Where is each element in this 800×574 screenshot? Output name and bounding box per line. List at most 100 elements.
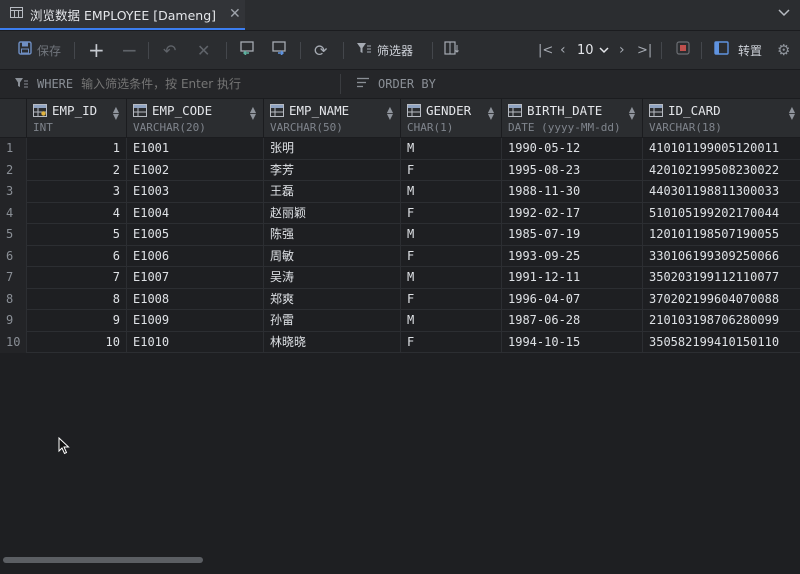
tab-employee-data[interactable]: 浏览数据 EMPLOYEE [Dameng] ✕ <box>0 0 245 30</box>
table-row[interactable]: 4 4 E1004 赵丽颖 F 1992-02-17 510105199202170044 <box>0 202 800 225</box>
cell-birth-date[interactable]: 1991-12-11 <box>502 267 643 289</box>
horizontal-scrollbar[interactable] <box>3 557 203 563</box>
first-page-button[interactable]: |< <box>538 31 553 69</box>
row-number[interactable]: 8 <box>0 288 27 310</box>
cell-birth-date[interactable]: 1992-02-17 <box>502 202 643 224</box>
table-row[interactable]: 7 7 E1007 吴涛 M 1991-12-11 350203199112110077 <box>0 267 800 289</box>
cell-gender[interactable]: F <box>401 245 502 267</box>
column-header-id-card[interactable]: ID_CARD VARCHAR(18) ▲ ▼ <box>643 99 800 138</box>
cell-emp-name[interactable]: 陈强 <box>264 224 401 246</box>
cell-emp-id[interactable]: 9 <box>27 310 127 332</box>
add-row-button[interactable]: + <box>88 31 105 69</box>
cell-birth-date[interactable]: 1996-04-07 <box>502 288 643 310</box>
cell-emp-name[interactable]: 张明 <box>264 138 401 160</box>
save-button[interactable]: 保存 <box>18 31 61 69</box>
undo-button[interactable]: ↶ <box>163 31 176 69</box>
export-button[interactable] <box>272 31 287 69</box>
row-number[interactable]: 5 <box>0 224 27 246</box>
cell-emp-name[interactable]: 吴涛 <box>264 267 401 289</box>
cell-emp-code[interactable]: E1008 <box>127 288 264 310</box>
cell-emp-name[interactable]: 赵丽颖 <box>264 202 401 224</box>
table-row[interactable]: 6 6 E1006 周敏 F 1993-09-25 330106199309250066 <box>0 245 800 268</box>
cell-emp-name[interactable]: 孙雷 <box>264 310 401 332</box>
table-row[interactable]: 10 10 E1010 林晓晓 F 1994-10-15 35058219941015011… <box>0 331 800 353</box>
order-by-filter[interactable]: ORDER BY <box>356 70 436 98</box>
table-row[interactable]: 3 3 E1003 王磊 M 1988-11-30 440301198811300033 <box>0 181 800 203</box>
cell-gender[interactable]: M <box>401 181 502 203</box>
last-page-button[interactable]: >| <box>637 31 652 69</box>
row-number[interactable]: 2 <box>0 159 27 181</box>
cell-emp-code[interactable]: E1001 <box>127 138 264 160</box>
cell-id-card[interactable]: 440301198811300033 <box>643 181 800 203</box>
cell-id-card[interactable]: 120101198507190055 <box>643 224 800 246</box>
filter-button[interactable]: 筛选器 <box>356 31 413 69</box>
column-header-emp-code[interactable]: EMP_CODE VARCHAR(20) ▲ ▼ <box>127 99 264 138</box>
close-icon[interactable]: ✕ <box>229 6 241 22</box>
cell-emp-name[interactable]: 李芳 <box>264 159 401 181</box>
sort-arrows-icon[interactable]: ▲ ▼ <box>629 106 635 121</box>
cell-id-card[interactable]: 370202199604070088 <box>643 289 800 311</box>
sort-arrows-icon[interactable]: ▲ ▼ <box>789 106 795 121</box>
sort-arrows-icon[interactable]: ▲ ▼ <box>113 106 119 121</box>
row-number[interactable]: 6 <box>0 245 27 267</box>
cell-gender[interactable]: M <box>401 310 502 332</box>
table-row[interactable]: 5 5 E1005 陈强 M 1985-07-19 120101198507190055 <box>0 224 800 246</box>
cell-birth-date[interactable]: 1985-07-19 <box>502 224 643 246</box>
cell-id-card[interactable]: 210103198706280099 <box>643 310 800 332</box>
cell-emp-name[interactable]: 郑爽 <box>264 288 401 310</box>
cell-emp-code[interactable]: E1005 <box>127 224 264 246</box>
cell-gender[interactable]: M <box>401 267 502 289</box>
cell-id-card[interactable]: 330106199309250066 <box>643 246 800 268</box>
settings-button[interactable]: ⚙ <box>777 31 790 69</box>
cell-gender[interactable]: F <box>401 331 502 353</box>
table-row[interactable]: 8 8 E1008 郑爽 F 1996-04-07 370202199604070088 <box>0 288 800 311</box>
cell-emp-code[interactable]: E1002 <box>127 159 264 181</box>
cell-emp-id[interactable]: 10 <box>27 331 127 353</box>
sort-arrows-icon[interactable]: ▲ ▼ <box>488 106 494 121</box>
cell-birth-date[interactable]: 1995-08-23 <box>502 159 643 181</box>
cell-id-card[interactable]: 410101199005120011 <box>643 138 800 160</box>
sort-arrows-icon[interactable]: ▲ ▼ <box>250 106 256 121</box>
cell-birth-date[interactable]: 1988-11-30 <box>502 181 643 203</box>
cell-emp-code[interactable]: E1010 <box>127 331 264 353</box>
page-size-select[interactable]: 10 <box>577 31 609 69</box>
row-number[interactable]: 1 <box>0 138 27 160</box>
cell-emp-code[interactable]: E1004 <box>127 202 264 224</box>
cell-gender[interactable]: M <box>401 138 502 160</box>
column-header-birth-date[interactable]: BIRTH_DATE DATE (yyyy-MM-dd) ▲ ▼ <box>502 99 643 138</box>
table-row[interactable]: 1 1 E1001 张明 M 1990-05-12 410101199005120011 <box>0 138 800 160</box>
cell-gender[interactable]: F <box>401 159 502 181</box>
row-number[interactable]: 4 <box>0 202 27 224</box>
cell-emp-code[interactable]: E1003 <box>127 181 264 203</box>
cell-emp-id[interactable]: 5 <box>27 224 127 246</box>
row-number[interactable]: 10 <box>0 331 27 353</box>
cell-emp-name[interactable]: 王磊 <box>264 181 401 203</box>
prev-page-button[interactable]: ‹ <box>560 31 566 69</box>
table-row[interactable]: 9 9 E1009 孙雷 M 1987-06-28 210103198706280099 <box>0 310 800 332</box>
cell-emp-id[interactable]: 4 <box>27 202 127 224</box>
cell-emp-name[interactable]: 周敏 <box>264 245 401 267</box>
column-header-emp-id[interactable]: EMP_ID INT ▲ ▼ <box>27 99 127 138</box>
cell-emp-code[interactable]: E1006 <box>127 245 264 267</box>
column-header-gender[interactable]: GENDER CHAR(1) ▲ ▼ <box>401 99 502 138</box>
cell-emp-id[interactable]: 3 <box>27 181 127 203</box>
cell-emp-id[interactable]: 1 <box>27 138 127 160</box>
transpose-button[interactable]: 转置 <box>714 31 762 69</box>
cell-id-card[interactable]: 350203199112110077 <box>643 267 800 289</box>
column-settings-button[interactable] <box>444 31 460 69</box>
cell-birth-date[interactable]: 1994-10-15 <box>502 331 643 353</box>
row-number[interactable]: 7 <box>0 267 27 289</box>
next-page-button[interactable]: › <box>619 31 625 69</box>
revert-button[interactable]: ✕ <box>197 31 210 69</box>
cell-id-card[interactable]: 510105199202170044 <box>643 203 800 225</box>
table-row[interactable]: 2 2 E1002 李芳 F 1995-08-23 420102199508230022 <box>0 159 800 181</box>
cell-emp-code[interactable]: E1009 <box>127 310 264 332</box>
cell-birth-date[interactable]: 1987-06-28 <box>502 310 643 332</box>
refresh-button[interactable]: ⟳ <box>314 31 327 69</box>
cell-emp-name[interactable]: 林晓晓 <box>264 331 401 353</box>
cell-emp-id[interactable]: 6 <box>27 245 127 267</box>
cell-emp-id[interactable]: 8 <box>27 288 127 310</box>
row-number[interactable]: 9 <box>0 310 27 332</box>
stop-button[interactable] <box>676 31 690 69</box>
import-button[interactable] <box>240 31 255 69</box>
